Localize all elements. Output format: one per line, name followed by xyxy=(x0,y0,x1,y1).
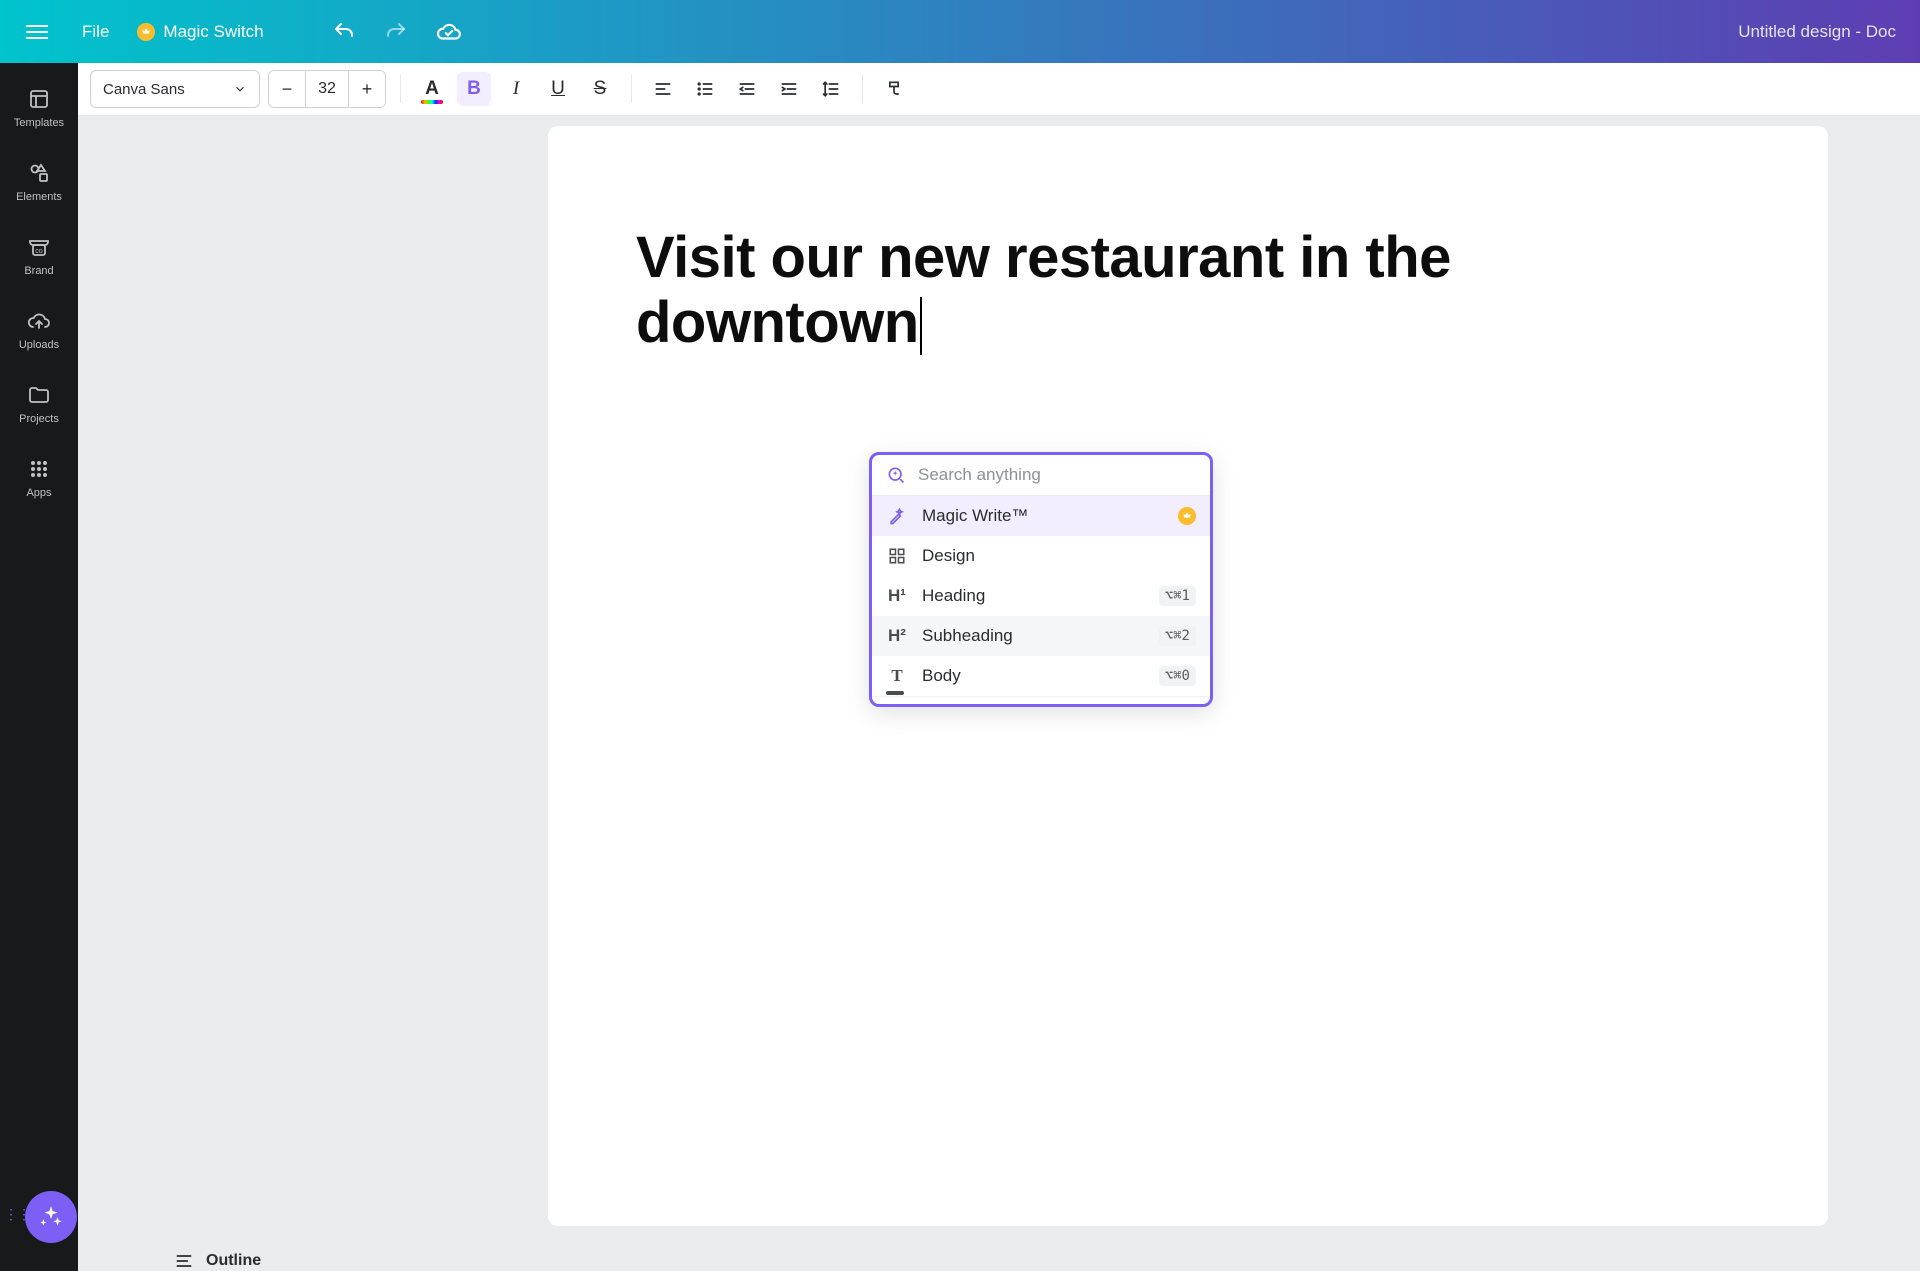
list-button[interactable] xyxy=(688,72,722,106)
sidebar-item-label: Templates xyxy=(14,117,64,129)
top-icons xyxy=(332,19,462,45)
cloud-sync-icon[interactable] xyxy=(436,19,462,45)
menu-button[interactable] xyxy=(20,19,54,45)
outline-label: Outline xyxy=(206,1252,261,1270)
sidebar-item-label: Elements xyxy=(16,191,62,203)
sidebar-item-projects[interactable]: Projects xyxy=(5,373,73,435)
top-bar-left: File Magic Switch xyxy=(20,19,462,45)
magic-switch-label: Magic Switch xyxy=(163,22,263,42)
sidebar-item-label: Projects xyxy=(19,413,59,425)
chevron-down-icon xyxy=(233,82,247,96)
indent-button[interactable] xyxy=(772,72,806,106)
sidebar-item-apps[interactable]: Apps xyxy=(5,447,73,509)
undo-button[interactable] xyxy=(332,20,356,44)
text-color-button[interactable]: A xyxy=(415,72,449,106)
popup-more-indicator xyxy=(872,696,1210,704)
format-painter-button[interactable] xyxy=(877,72,911,106)
outline-icon xyxy=(174,1251,194,1271)
divider xyxy=(631,75,632,103)
italic-button[interactable]: I xyxy=(499,72,533,106)
popup-item-label: Body xyxy=(922,666,961,686)
popup-search-input[interactable] xyxy=(918,465,1196,485)
canvas-area[interactable]: Visit our new restaurant in the downtown… xyxy=(78,116,1920,1271)
sidebar-item-brand[interactable]: co Brand xyxy=(5,225,73,287)
popup-item-body[interactable]: T Body ⌥⌘0 xyxy=(872,656,1210,696)
assistant-button[interactable] xyxy=(25,1191,77,1243)
outdent-button[interactable] xyxy=(730,72,764,106)
strikethrough-button[interactable]: S xyxy=(583,72,617,106)
popup-item-subheading[interactable]: H² Subheading ⌥⌘2 xyxy=(872,616,1210,656)
popup-item-label: Magic Write™ xyxy=(922,506,1028,526)
keyboard-shortcut: ⌥⌘0 xyxy=(1159,666,1196,686)
magic-wand-icon xyxy=(886,506,908,526)
svg-text:co: co xyxy=(35,248,43,255)
divider xyxy=(862,75,863,103)
premium-crown-icon xyxy=(1178,507,1196,525)
sidebar-item-label: Brand xyxy=(24,265,53,277)
grid-icon xyxy=(886,547,908,565)
sidebar: Templates Elements co Brand Uploads Proj… xyxy=(0,63,78,1271)
spacing-button[interactable] xyxy=(814,72,848,106)
font-size-decrease[interactable]: − xyxy=(269,71,305,107)
popup-item-heading[interactable]: H¹ Heading ⌥⌘1 xyxy=(872,576,1210,616)
underline-button[interactable]: U xyxy=(541,72,575,106)
heading2-icon: H² xyxy=(886,626,908,646)
outline-toggle[interactable]: Outline xyxy=(174,1251,261,1271)
document-heading[interactable]: Visit our new restaurant in the downtown xyxy=(636,226,1740,356)
content: Canva Sans − 32 + A B I U S xyxy=(78,63,1920,1271)
keyboard-shortcut: ⌥⌘2 xyxy=(1159,626,1196,646)
heading1-icon: H¹ xyxy=(886,586,908,606)
sidebar-item-uploads[interactable]: Uploads xyxy=(5,299,73,361)
sidebar-item-label: Uploads xyxy=(19,339,59,351)
popup-item-design[interactable]: Design xyxy=(872,536,1210,576)
sidebar-item-elements[interactable]: Elements xyxy=(5,151,73,213)
keyboard-shortcut: ⌥⌘1 xyxy=(1159,586,1196,606)
font-size-group: − 32 + xyxy=(268,70,386,108)
font-size-value[interactable]: 32 xyxy=(305,71,349,107)
top-bar: File Magic Switch Untitled design - Doc xyxy=(0,0,1920,63)
align-button[interactable] xyxy=(646,72,680,106)
popup-item-label: Design xyxy=(922,546,975,566)
font-name: Canva Sans xyxy=(103,81,185,98)
file-menu[interactable]: File xyxy=(82,22,109,42)
divider xyxy=(400,75,401,103)
color-swatch xyxy=(421,100,443,104)
magic-switch-button[interactable]: Magic Switch xyxy=(137,22,263,42)
popup-item-label: Heading xyxy=(922,586,985,606)
redo-button[interactable] xyxy=(384,20,408,44)
text-icon: T xyxy=(886,666,908,686)
font-family-select[interactable]: Canva Sans xyxy=(90,70,260,108)
popup-item-label: Subheading xyxy=(922,626,1013,646)
design-title[interactable]: Untitled design - Doc xyxy=(1738,22,1896,42)
popup-item-magic-write[interactable]: Magic Write™ xyxy=(872,496,1210,536)
sidebar-item-label: Apps xyxy=(26,487,51,499)
sidebar-item-templates[interactable]: Templates xyxy=(5,77,73,139)
font-size-increase[interactable]: + xyxy=(349,71,385,107)
insert-popup: Magic Write™ Design H¹ Heading ⌥⌘1 xyxy=(869,452,1213,707)
text-cursor xyxy=(920,297,922,355)
bold-button[interactable]: B xyxy=(457,72,491,106)
text-toolbar: Canva Sans − 32 + A B I U S xyxy=(78,63,1920,116)
main-wrap: Templates Elements co Brand Uploads Proj… xyxy=(0,63,1920,1271)
crown-icon xyxy=(137,23,155,41)
popup-search-row xyxy=(872,455,1210,496)
sparkle-search-icon xyxy=(886,465,906,485)
